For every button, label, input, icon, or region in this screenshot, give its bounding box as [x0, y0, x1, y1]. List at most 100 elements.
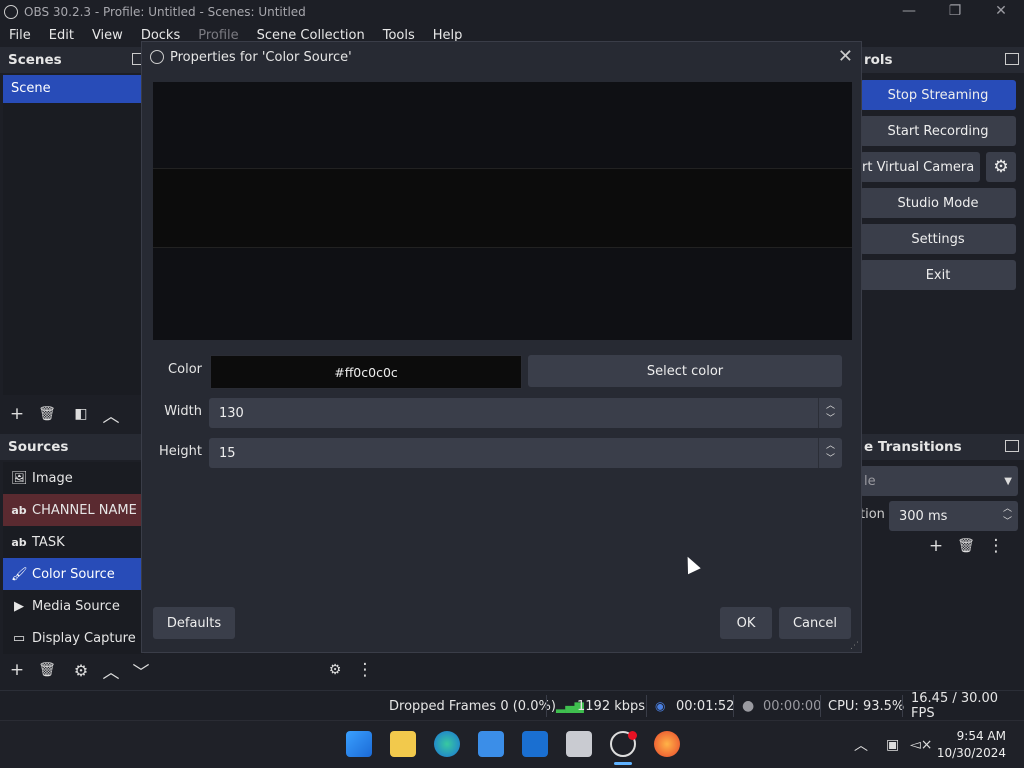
transitions-toolbar: + 🗑 ⋮: [921, 533, 1011, 559]
maximize-button[interactable]: ❐: [932, 0, 978, 24]
firefox-icon[interactable]: [654, 731, 680, 757]
audio-menu-button[interactable]: ⋮: [350, 657, 380, 683]
stream-icon: ◉: [655, 699, 666, 713]
file-explorer-icon[interactable]: [390, 731, 416, 757]
clock[interactable]: 9:54 AM 10/30/2024: [937, 728, 1006, 762]
plus-icon: +: [9, 404, 25, 424]
chevron-up-icon: ︿: [102, 406, 120, 427]
scene-filters-button[interactable]: ◧: [66, 401, 96, 427]
spin-arrows[interactable]: ︿ ﹀: [818, 398, 842, 428]
select-color-button[interactable]: Select color: [528, 355, 842, 387]
chevron-up-icon[interactable]: ︿: [826, 440, 835, 453]
source-item-media-source[interactable]: ▶ Media Source: [3, 590, 144, 622]
brush-icon: 🖌: [11, 566, 28, 582]
remove-transition-button[interactable]: 🗑: [951, 533, 981, 559]
close-button[interactable]: ✕: [978, 0, 1024, 24]
add-source-button[interactable]: +: [2, 657, 32, 683]
width-value: 130: [219, 405, 244, 421]
chevron-down-icon[interactable]: ﹀: [826, 453, 835, 466]
duration-label: tion: [860, 507, 885, 522]
image-icon: 🖼: [11, 470, 28, 486]
menu-file[interactable]: File: [9, 28, 31, 43]
trash-icon: 🗑: [38, 662, 56, 678]
dialog-title-bar: Properties for 'Color Source': [142, 42, 861, 72]
cancel-button[interactable]: Cancel: [779, 607, 851, 639]
package-icon[interactable]: [566, 731, 592, 757]
spin-arrows-icon: ︿ ﹀: [1002, 504, 1012, 527]
source-label: Display Capture: [32, 630, 136, 646]
cpu-usage: CPU: 93.5%: [828, 698, 905, 714]
dialog-title: Properties for 'Color Source': [170, 49, 352, 65]
remove-scene-button[interactable]: 🗑: [32, 401, 62, 427]
volume-muted-icon[interactable]: ◅×: [910, 721, 933, 768]
menu-view[interactable]: View: [92, 28, 123, 43]
chevron-down-icon[interactable]: ﹀: [826, 413, 835, 426]
spin-arrows[interactable]: ︿ ﹀: [818, 438, 842, 468]
move-scene-up-button[interactable]: ︿: [96, 401, 126, 427]
source-item-display-capture[interactable]: ▭ Display Capture: [3, 622, 144, 654]
add-transition-button[interactable]: +: [921, 533, 951, 559]
dialog-close-icon[interactable]: ✕: [838, 46, 853, 67]
move-source-up-button[interactable]: ︿: [96, 657, 126, 683]
store-icon[interactable]: [478, 731, 504, 757]
gears-icon: ⚙: [328, 662, 342, 678]
color-value-swatch: #ff0c0c0c: [210, 355, 522, 389]
start-recording-button[interactable]: Start Recording: [860, 116, 1016, 146]
clock-date: 10/30/2024: [936, 746, 1006, 760]
height-label: Height: [159, 444, 202, 459]
chevron-up-icon: ︿: [102, 662, 120, 683]
minimize-button[interactable]: —: [886, 0, 932, 24]
add-scene-button[interactable]: +: [2, 401, 32, 427]
bitrate: 1192 kbps: [577, 698, 646, 714]
fps: 16.45 / 30.00 FPS: [911, 691, 999, 721]
move-source-down-button[interactable]: ﹀: [126, 657, 156, 683]
stop-streaming-button[interactable]: Stop Streaming: [860, 80, 1016, 110]
source-item-image[interactable]: 🖼 Image: [3, 462, 144, 494]
duration-spinbox[interactable]: 300 ms ︿ ﹀: [889, 501, 1018, 531]
source-label: CHANNEL NAME: [32, 502, 137, 518]
scene-item[interactable]: Scene: [3, 75, 144, 103]
settings-button[interactable]: Settings: [860, 224, 1016, 254]
duration-value: 300 ms: [899, 508, 948, 524]
divider: [646, 695, 647, 717]
chevron-up-icon[interactable]: ︿: [826, 400, 835, 413]
defaults-button[interactable]: Defaults: [153, 607, 235, 639]
edge-browser-icon[interactable]: [434, 731, 460, 757]
virtual-camera-settings-button[interactable]: ⚙: [986, 152, 1016, 182]
clock-time: 9:54 AM: [956, 729, 1006, 743]
menu-edit[interactable]: Edit: [49, 28, 74, 43]
transition-select-value: le: [864, 473, 876, 489]
source-item-channel-name[interactable]: ab CHANNEL NAME: [3, 494, 144, 526]
resize-grip-icon[interactable]: ⋰: [850, 641, 859, 651]
divider: [733, 695, 734, 717]
trash-icon: 🗑: [957, 538, 975, 554]
remove-source-button[interactable]: 🗑: [32, 657, 62, 683]
divider: [902, 695, 903, 717]
studio-mode-button[interactable]: Studio Mode: [860, 188, 1016, 218]
source-properties-button[interactable]: ⚙: [66, 657, 96, 683]
source-item-color-source[interactable]: 🖌 Color Source: [3, 558, 144, 590]
transition-menu-button[interactable]: ⋮: [981, 533, 1011, 559]
windows-start-icon[interactable]: [346, 731, 372, 757]
dock-float-icon[interactable]: [1005, 440, 1019, 452]
width-spinbox[interactable]: 130 ︿ ﹀: [209, 398, 842, 428]
tray-chevron-up-icon[interactable]: ︿: [854, 721, 868, 768]
trash-icon: 🗑: [38, 406, 56, 422]
divider: [820, 695, 821, 717]
source-item-task[interactable]: ab TASK: [3, 526, 144, 558]
gear-icon: ⚙: [73, 660, 89, 680]
outlook-icon[interactable]: [522, 731, 548, 757]
exit-button[interactable]: Exit: [860, 260, 1016, 290]
dock-float-icon[interactable]: [1005, 53, 1019, 65]
height-spinbox[interactable]: 15 ︿ ﹀: [209, 438, 842, 468]
obs-logo-icon: [4, 5, 18, 19]
transition-select[interactable]: le ▼: [860, 466, 1018, 496]
audio-settings-button[interactable]: ⚙: [320, 657, 350, 683]
sources-title: Sources: [8, 439, 69, 455]
plus-icon: +: [928, 536, 944, 556]
virtual-camera-button[interactable]: rt Virtual Camera: [860, 152, 980, 182]
network-icon[interactable]: ▣: [886, 721, 899, 768]
ok-button[interactable]: OK: [720, 607, 772, 639]
divider: [546, 695, 547, 717]
sources-list: 🖼 Image ab CHANNEL NAME ab TASK 🖌 Color Sour…: [3, 462, 144, 654]
